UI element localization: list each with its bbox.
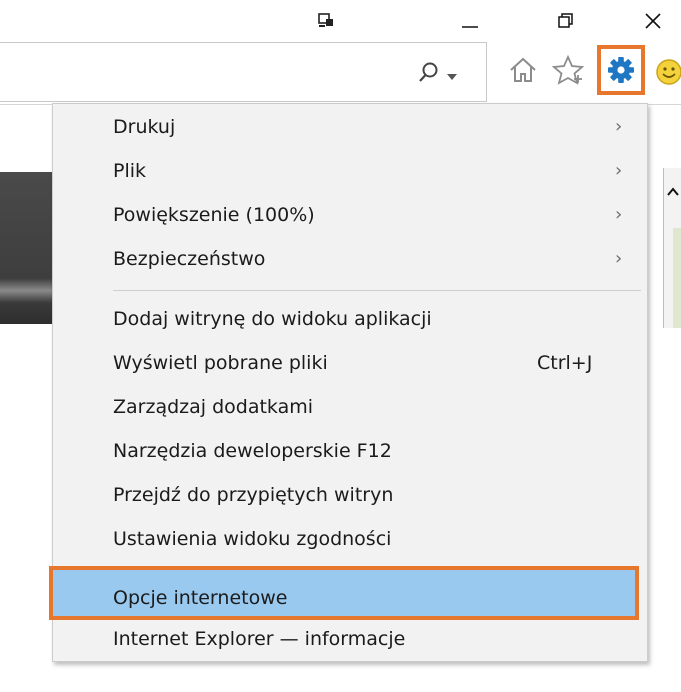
menu-item-security[interactable]: Bezpieczeństwo <box>113 246 265 272</box>
page-content-left <box>0 172 52 324</box>
snap-view-icon[interactable] <box>312 6 340 36</box>
tools-button[interactable] <box>597 45 645 95</box>
menu-item-drukuj[interactable]: Drukuj <box>113 114 175 140</box>
submenu-arrow-icon: › <box>615 116 623 137</box>
menu-item-view-downloads[interactable]: Wyświetl pobrane pliki <box>113 350 328 376</box>
toolbar <box>0 42 681 105</box>
menu-item-internet-options[interactable]: Opcje internetowe <box>113 585 287 611</box>
address-bar[interactable] <box>0 42 487 102</box>
submenu-arrow-icon: › <box>615 248 623 269</box>
title-bar <box>0 0 681 42</box>
menu-item-zoom[interactable]: Powiększenie (100%) <box>113 202 315 228</box>
minimize-icon <box>462 26 478 28</box>
submenu-arrow-icon: › <box>615 160 623 181</box>
scroll-up-icon[interactable] <box>665 184 681 198</box>
favorites-star-icon[interactable] <box>551 54 585 89</box>
restore-icon <box>558 13 573 28</box>
menu-shortcut-downloads: Ctrl+J <box>537 352 593 374</box>
menu-item-plik[interactable]: Plik <box>113 158 146 184</box>
menu-item-developer-tools[interactable]: Narzędzia deweloperskie F12 <box>113 438 392 464</box>
submenu-arrow-icon: › <box>615 204 623 225</box>
restore-button[interactable] <box>548 6 584 36</box>
tools-menu: Drukuj › Plik › Powiększenie (100%) › Be… <box>49 103 648 662</box>
dropdown-arrow-icon[interactable] <box>446 67 458 86</box>
menu-item-about-ie[interactable]: Internet Explorer — informacje <box>113 626 405 652</box>
smiley-icon[interactable] <box>654 58 681 86</box>
close-button[interactable] <box>635 6 671 36</box>
menu-item-pinned-sites[interactable]: Przejdź do przypiętych witryn <box>113 482 393 508</box>
menu-item-add-site-to-apps[interactable]: Dodaj witrynę do widoku aplikacji <box>113 306 432 332</box>
page-content-right <box>673 228 681 328</box>
menu-separator <box>113 290 641 291</box>
menu-item-manage-addons[interactable]: Zarządzaj dodatkami <box>113 394 313 420</box>
home-icon[interactable] <box>508 56 538 88</box>
close-icon <box>645 13 661 29</box>
search-icon[interactable] <box>416 61 442 89</box>
menu-item-compat-view[interactable]: Ustawienia widoku zgodności <box>113 526 391 552</box>
minimize-button[interactable] <box>452 6 488 36</box>
gear-icon <box>606 55 636 89</box>
